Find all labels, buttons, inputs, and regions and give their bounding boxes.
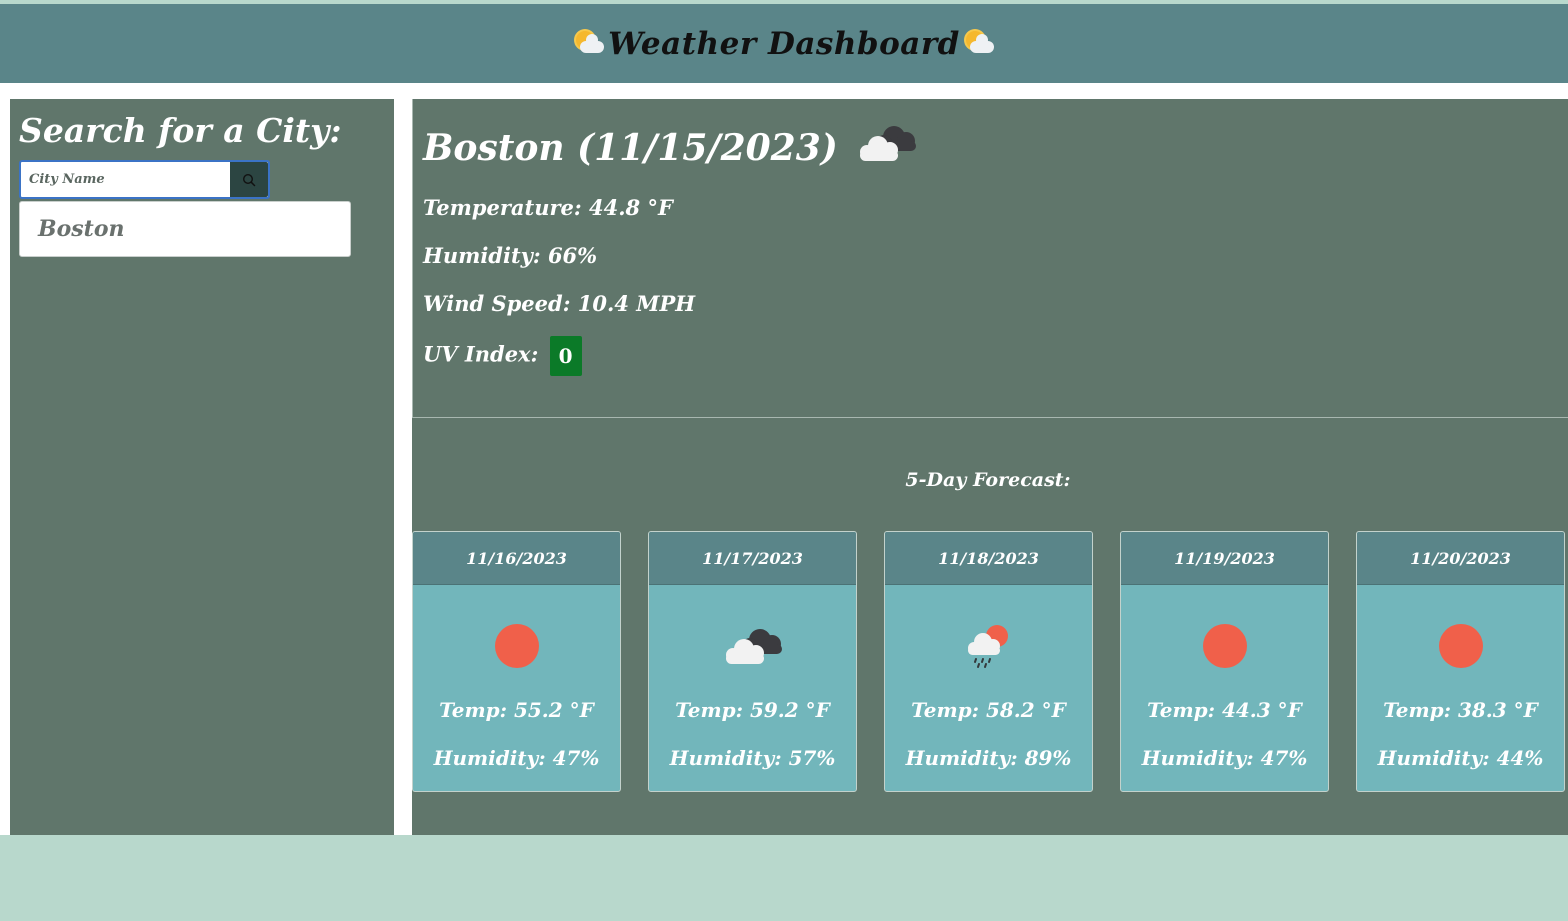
forecast-card: 11/16/2023 Temp: 55.2 °F Humidity: 47% [412,531,621,792]
search-form [19,160,270,199]
forecast-humidity: Humidity: 57% [669,746,836,770]
forecast-temp: Temp: 55.2 °F [439,698,594,722]
clouds-icon [649,620,856,672]
forecast-humidity: Humidity: 47% [433,746,600,770]
humidity-stat: Humidity: 66% [423,243,597,268]
forecast-humidity: Humidity: 89% [905,746,1072,770]
forecast-card: 11/17/2023 Temp: 59.2 °F Humidity: 57% [648,531,857,792]
uv-stat: UV Index: 0 [423,336,582,376]
forecast-date: 11/16/2023 [413,532,620,585]
forecast-humidity: Humidity: 44% [1377,746,1544,770]
sun-icon [1357,620,1564,672]
forecast-card: 11/18/2023 Temp: 58.2 °F Humidity: 89% [884,531,1093,792]
page: Weather Dashboard Search for a City: Bos… [0,4,1568,835]
wind-label: Wind Speed: [423,291,571,316]
temperature-label: Temperature: [423,195,582,220]
main-panel: Boston (11/15/2023) Temperature: 44.8 °F… [412,99,1568,835]
temperature-value: 44.8 °F [588,195,673,220]
forecast-date: 11/18/2023 [885,532,1092,585]
sun-icon [1121,620,1328,672]
humidity-value: 66% [547,243,598,268]
history-item-boston[interactable]: Boston [19,201,351,257]
humidity-label: Humidity: [423,243,541,268]
forecast-temp: Temp: 59.2 °F [675,698,830,722]
wind-value: 10.4 MPH [577,291,696,316]
forecast-temp: Temp: 58.2 °F [911,698,1066,722]
rain-sun-icon [885,620,1092,672]
header: Weather Dashboard [0,4,1568,83]
forecast-humidity: Humidity: 47% [1141,746,1308,770]
search-icon [242,173,256,186]
city-search-input[interactable] [21,162,230,197]
uv-label: UV Index: [423,341,539,367]
current-city-heading: Boston (11/15/2023) [423,121,920,174]
forecast-temp: Temp: 44.3 °F [1147,698,1302,722]
sun-behind-cloud-icon [570,27,608,61]
search-heading: Search for a City: [19,111,342,150]
forecast-card: 11/19/2023 Temp: 44.3 °F Humidity: 47% [1120,531,1329,792]
current-city-date: Boston (11/15/2023) [423,126,838,169]
forecast-cards: 11/16/2023 Temp: 55.2 °F Humidity: 47% 1… [412,531,1568,793]
forecast-date: 11/20/2023 [1357,532,1564,585]
forecast-date: 11/19/2023 [1121,532,1328,585]
forecast-card: 11/20/2023 Temp: 38.3 °F Humidity: 44% [1356,531,1565,792]
sun-icon [413,620,620,672]
sun-behind-cloud-icon [960,27,998,61]
page-title: Weather Dashboard [608,25,960,62]
forecast-date: 11/17/2023 [649,532,856,585]
search-sidebar: Search for a City: Boston [10,99,394,835]
forecast-heading: 5-Day Forecast: [905,469,1071,491]
clouds-icon [854,121,920,174]
forecast-temp: Temp: 38.3 °F [1383,698,1538,722]
current-weather: Boston (11/15/2023) Temperature: 44.8 °F… [412,99,1568,418]
temperature-stat: Temperature: 44.8 °F [423,195,673,220]
uv-index-badge: 0 [549,336,582,376]
wind-stat: Wind Speed: 10.4 MPH [423,291,695,316]
search-button[interactable] [230,162,268,197]
